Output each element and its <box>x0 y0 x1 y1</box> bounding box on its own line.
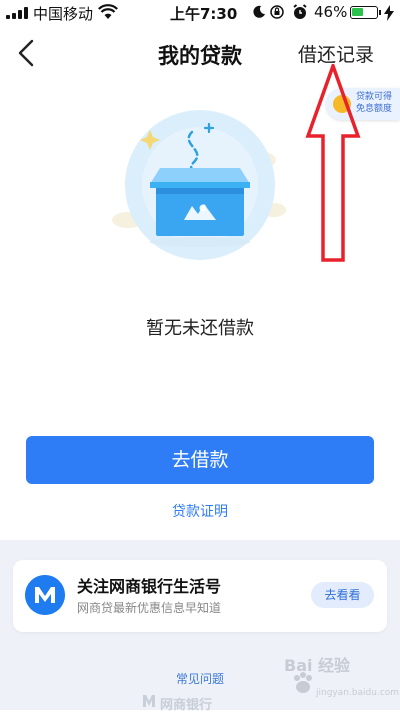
wifi-icon <box>98 4 118 19</box>
rotation-lock-icon <box>270 5 284 19</box>
signal-icon <box>6 7 30 19</box>
empty-state-message: 暂无未还借款 <box>146 318 254 339</box>
battery-icon <box>350 6 378 19</box>
alarm-icon <box>293 4 307 19</box>
clock: 上午7:30 <box>170 5 238 23</box>
moon-icon <box>253 5 265 18</box>
card-title: 关注网商银行生活号 <box>77 577 222 596</box>
battery-tip <box>379 10 381 15</box>
mybank-logo-icon <box>25 575 65 615</box>
red-arrow-annotation <box>305 64 361 262</box>
carrier-label: 中国移动 <box>33 5 94 23</box>
battery-percent: 46% <box>314 3 348 21</box>
loan-certificate-link[interactable]: 贷款证明 <box>0 501 400 521</box>
watermark-url: jingyan.baidu.com <box>316 688 400 698</box>
bank-logo-icon <box>143 695 155 707</box>
status-bar: 中国移动 上午7:30 46% <box>0 0 400 26</box>
paw-watermark-icon <box>294 672 312 693</box>
history-records-link[interactable]: 借还记录 <box>298 40 374 67</box>
view-button[interactable]: 去看看 <box>311 582 374 608</box>
promo-line-1: 贷款可得 <box>356 92 393 102</box>
card-subtitle: 网商贷最新优惠信息早知道 <box>77 601 222 615</box>
borrow-button[interactable]: 去借款 <box>26 436 374 484</box>
empty-box-illustration <box>112 110 286 260</box>
bank-brand: 网商银行 <box>160 698 213 713</box>
charging-icon <box>384 5 394 21</box>
promo-line-2: 免息额度 <box>356 104 393 114</box>
